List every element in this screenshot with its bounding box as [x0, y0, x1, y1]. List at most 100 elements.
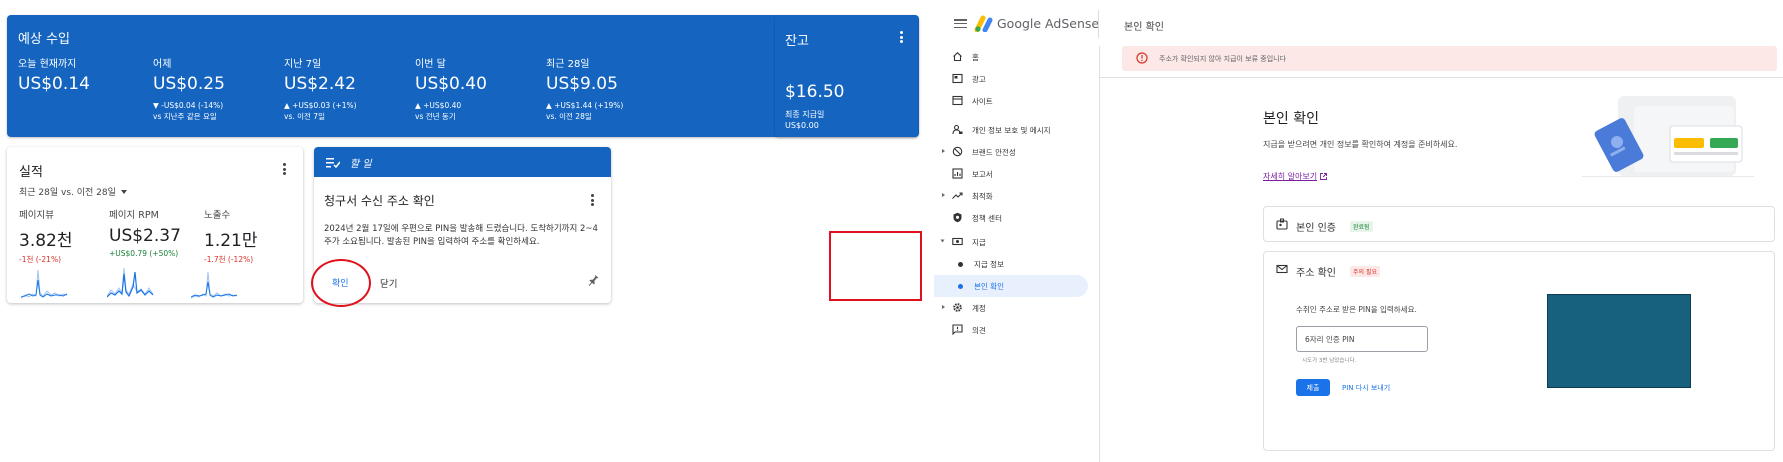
sidebar-item-label: 정책 센터	[972, 214, 1002, 223]
redacted-area	[1547, 294, 1691, 388]
sidebar-item-label: 보고서	[972, 170, 993, 179]
balance-value: $16.50	[785, 82, 845, 102]
todo-title: 청구서 수신 주소 확인	[324, 194, 435, 208]
sidebar-item-policy-center[interactable]: 정책 센터	[934, 207, 1094, 229]
stat-change: ▼ -US$0.04 (-14%)	[153, 101, 224, 110]
stat-last-28-days: 최근 28일 US$9.05 ▲ +US$1.44 (+19%) vs. 이전 …	[546, 55, 691, 122]
attempts-remaining: 시도가 3번 남았습니다.	[1302, 358, 1357, 364]
pin-icon[interactable]	[587, 274, 599, 288]
performance-card: 실적 최근 28일 vs. 이전 28일 페이지뷰 3.82천 -1천 (-21…	[7, 147, 303, 303]
performance-title: 실적	[19, 165, 43, 180]
sidebar-item-reports[interactable]: 보고서	[934, 163, 1094, 185]
date-range-dropdown[interactable]: 최근 28일 vs. 이전 28일	[19, 185, 127, 198]
status-badge: 완료됨	[1350, 221, 1373, 232]
address-verification-section: 주소 확인 주의 필요 수취인 주소로 받은 PIN을 입력하세요. 시도가 3…	[1263, 251, 1775, 451]
badge-icon	[1276, 218, 1288, 230]
trending-icon	[952, 192, 963, 199]
stat-compare: vs. 이전 7일	[284, 112, 325, 121]
sidebar-item-sites[interactable]: 사이트	[934, 90, 1094, 112]
alert-text: 주소가 확인되지 않아 지급이 보류 중입니다	[1159, 55, 1287, 63]
last-payment-label: 최종 지급일	[785, 110, 825, 119]
metric-value: 1.21만	[204, 231, 258, 251]
last-payment-value: US$0.00	[785, 121, 819, 130]
metric-value: 3.82천	[19, 231, 73, 251]
status-badge: 주의 필요	[1350, 266, 1380, 277]
metric-page-rpm: 페이지 RPM US$2.37 +US$0.79 (+50%)	[109, 207, 204, 258]
top-app-bar: Google AdSense 본인 확인	[934, 0, 1783, 46]
more-vert-icon[interactable]	[894, 29, 908, 45]
metric-pageviews: 페이지뷰 3.82천 -1천 (-21%)	[19, 207, 114, 265]
dashboard-panel: 예상 수입 오늘 현재까지 US$0.14 어제 US$0.25 ▼ -US$0…	[0, 0, 925, 462]
highlight-circle	[311, 259, 371, 307]
more-vert-icon[interactable]	[585, 192, 599, 208]
stat-value: US$0.40	[415, 74, 487, 94]
stat-this-month: 이번 달 US$0.40 ▲ +US$0.40 vs 전년 동기	[415, 55, 560, 122]
verification-description: 지급을 받으려면 개인 정보를 확인하여 계정을 준비하세요.	[1263, 140, 1458, 149]
divider	[1098, 10, 1099, 38]
stat-value: US$2.42	[284, 74, 356, 94]
sidebar-item-ads[interactable]: 광고	[934, 68, 1094, 90]
sidebar-item-payment-info[interactable]: 지급 정보	[934, 253, 1094, 275]
stat-label: 오늘 현재까지	[18, 59, 77, 70]
sidebar-item-home[interactable]: 홈	[934, 46, 1094, 68]
payment-hold-alert: 주소가 확인되지 않아 지급이 보류 중입니다	[1122, 46, 1777, 71]
balance-title: 잔고	[785, 34, 809, 49]
verification-panel: Google AdSense 본인 확인 홈 광고 사이트 개인 정보 보호 및…	[934, 0, 1783, 462]
mail-icon	[1276, 264, 1288, 274]
sidebar-item-privacy[interactable]: 개인 정보 보호 및 메시지	[934, 119, 1094, 141]
metric-value: US$2.37	[109, 226, 181, 246]
checklist-icon	[326, 158, 340, 168]
expand-arrow-icon	[942, 149, 945, 153]
adsense-logo-icon	[974, 15, 993, 32]
stat-compare: vs. 이전 28일	[546, 112, 592, 121]
expand-arrow-icon	[940, 239, 945, 243]
sidebar-item-label: 의견	[972, 326, 986, 335]
sidebar-item-brand-safety[interactable]: 브랜드 안전성	[934, 141, 1094, 163]
pageviews-sparkline	[21, 269, 68, 299]
sidebar: 홈 광고 사이트 개인 정보 보호 및 메시지 브랜드 안전성 보고서 최적화	[934, 46, 1100, 462]
more-vert-icon[interactable]	[277, 161, 291, 177]
pin-input[interactable]	[1296, 326, 1428, 352]
open-in-new-icon	[1320, 173, 1328, 180]
stat-compare: vs 전년 동기	[415, 112, 456, 121]
id-cards-illustration	[1582, 96, 1754, 177]
sidebar-item-label: 브랜드 안전성	[972, 148, 1016, 157]
sidebar-item-payments[interactable]: 지급	[934, 231, 1094, 253]
stat-label: 지난 7일	[284, 59, 322, 70]
stat-today: 오늘 현재까지 US$0.14	[18, 55, 163, 94]
learn-more-link[interactable]: 자세히 알아보기	[1263, 171, 1328, 182]
expand-arrow-icon	[942, 305, 945, 309]
metric-impressions: 노출수 1.21만 -1.7천 (-12%)	[204, 207, 299, 265]
page-rpm-sparkline	[107, 267, 154, 298]
feedback-icon	[952, 324, 963, 335]
estimated-earnings-title: 예상 수입	[18, 32, 70, 47]
stat-change: ▲ +US$1.44 (+19%)	[546, 101, 624, 110]
sidebar-item-label: 계정	[972, 304, 986, 313]
resend-pin-link[interactable]: PIN 다시 보내기	[1342, 383, 1390, 393]
sidebar-item-label: 개인 정보 보호 및 메시지	[972, 126, 1051, 135]
stat-change: ▲ +US$0.40	[415, 101, 462, 110]
stat-label: 이번 달	[415, 59, 446, 70]
verification-title: 본인 확인	[1263, 111, 1319, 127]
ads-icon	[952, 73, 963, 84]
highlight-box	[829, 231, 922, 301]
sidebar-item-label: 본인 확인	[974, 282, 1004, 291]
stat-label: 최근 28일	[546, 59, 590, 70]
sidebar-item-label: 사이트	[972, 97, 993, 106]
sidebar-item-account[interactable]: 계정	[934, 297, 1094, 319]
menu-icon[interactable]	[954, 19, 967, 28]
divider	[1100, 77, 1783, 78]
submit-button[interactable]: 제출	[1296, 379, 1330, 396]
sidebar-item-verification[interactable]: 본인 확인	[934, 275, 1088, 297]
stat-value: US$9.05	[546, 74, 618, 94]
bullet-icon	[958, 262, 963, 267]
sidebar-item-optimization[interactable]: 최적화	[934, 185, 1094, 207]
sidebar-item-label: 지급	[972, 238, 986, 247]
stat-yesterday: 어제 US$0.25 ▼ -US$0.04 (-14%) vs 지난주 같은 요…	[153, 55, 298, 122]
close-button[interactable]: 닫기	[380, 276, 397, 290]
identity-verification-section[interactable]: 본인 인증 완료됨	[1263, 206, 1775, 242]
expand-arrow-icon	[942, 193, 945, 197]
todo-header: 할 일	[314, 147, 611, 177]
stat-value: US$0.14	[18, 74, 90, 94]
sidebar-item-feedback[interactable]: 의견	[934, 319, 1094, 341]
